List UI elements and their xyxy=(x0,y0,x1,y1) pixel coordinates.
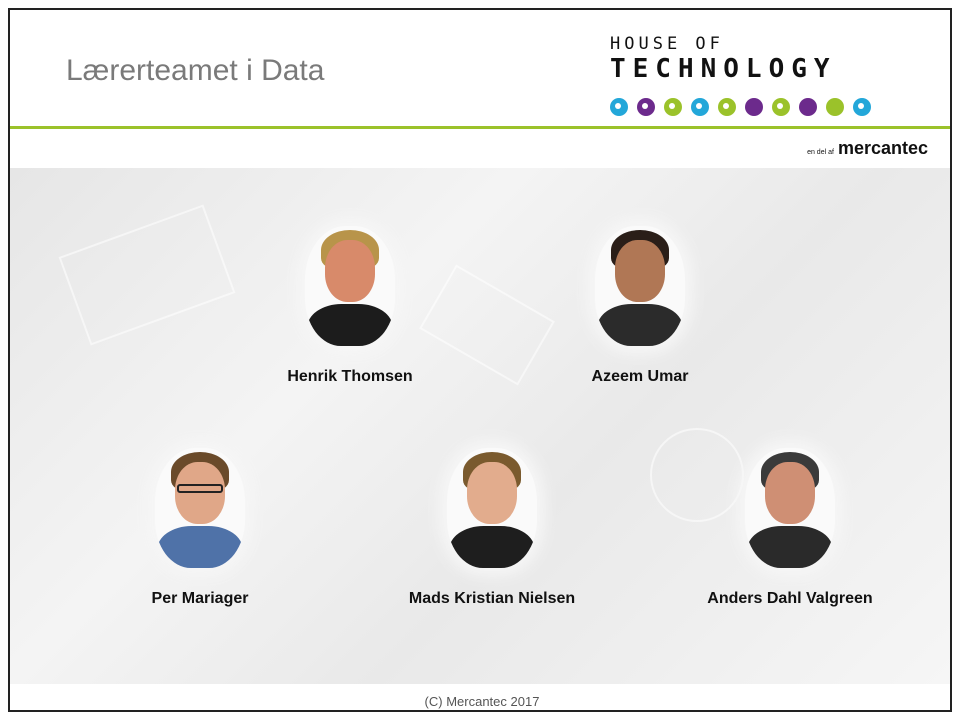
shirt xyxy=(157,526,243,568)
portrait xyxy=(447,448,537,568)
face xyxy=(175,462,225,524)
portrait xyxy=(305,226,395,346)
logo-dot xyxy=(637,98,655,116)
face xyxy=(765,462,815,524)
footer-copyright: (C) Mercantec 2017 xyxy=(424,694,540,709)
person-name: Mads Kristian Nielsen xyxy=(408,590,576,607)
person-card: Per Mariager xyxy=(110,448,290,608)
green-divider xyxy=(10,126,950,129)
slide: Lærerteamet i Data HOUSE OF TECHNOLOGY e… xyxy=(8,8,952,712)
portrait xyxy=(155,448,245,568)
brand-name: mercantec xyxy=(837,138,928,158)
person-name: Per Mariager xyxy=(151,590,249,607)
person-name: Henrik Thomsen xyxy=(287,368,413,385)
mercantec-logo: en del af mercantec xyxy=(807,138,928,159)
shirt xyxy=(597,304,683,346)
person-card: Azeem Umar xyxy=(550,226,730,386)
shirt xyxy=(449,526,535,568)
logo-dot xyxy=(610,98,628,116)
logo-line2: TECHNOLOGY xyxy=(610,54,837,84)
face xyxy=(615,240,665,302)
logo-dot xyxy=(772,98,790,116)
face xyxy=(467,462,517,524)
portrait xyxy=(745,448,835,568)
logo-dots xyxy=(610,98,871,116)
logo-dot xyxy=(691,98,709,116)
person-name: Azeem Umar xyxy=(591,368,689,385)
house-of-technology-logo: HOUSE OF TECHNOLOGY xyxy=(610,34,930,134)
logo-dot xyxy=(718,98,736,116)
portrait xyxy=(595,226,685,346)
person-card: Mads Kristian Nielsen xyxy=(402,448,582,608)
logo-line1: HOUSE OF xyxy=(610,34,724,54)
shirt xyxy=(747,526,833,568)
logo-dot xyxy=(799,98,817,116)
face xyxy=(325,240,375,302)
background-hexagon xyxy=(58,204,236,346)
tagline: en del af xyxy=(807,149,834,156)
glasses xyxy=(177,484,223,493)
shirt xyxy=(307,304,393,346)
slide-title: Lærerteamet i Data xyxy=(66,54,325,87)
logo-dot xyxy=(745,98,763,116)
person-card: Anders Dahl Valgreen xyxy=(700,448,880,608)
person-card: Henrik Thomsen xyxy=(260,226,440,386)
logo-dot xyxy=(826,98,844,116)
logo-dot xyxy=(853,98,871,116)
team-photo-area: Henrik Thomsen Azeem Umar Per Mariager M… xyxy=(10,168,950,684)
person-name: Anders Dahl Valgreen xyxy=(707,590,873,607)
logo-dot xyxy=(664,98,682,116)
